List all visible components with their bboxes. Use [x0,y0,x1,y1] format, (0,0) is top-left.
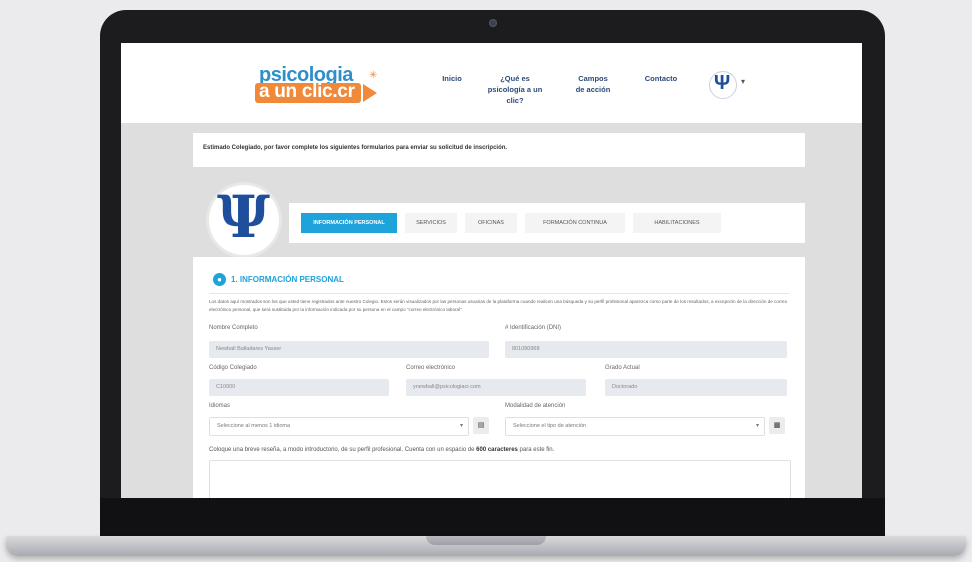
idiomas-select[interactable]: Seleccione al menos 1 idioma ▾ [209,417,469,436]
psi-icon: Ψ [714,72,731,94]
chevron-down-icon: ▾ [459,423,463,429]
logo-line2: a un clic.cr [259,81,355,102]
tab-oficinas[interactable]: OFICINAS [465,213,517,233]
nav-contacto[interactable]: Contacto [641,73,681,84]
section-title: 1. INFORMACIÓN PERSONAL [231,275,344,284]
user-avatar[interactable]: Ψ [709,71,737,99]
codigo-field[interactable]: C10000 [209,379,389,396]
correo-field[interactable]: ynewball@psicologiacr.com [406,379,586,396]
modalidad-placeholder: Seleccione el tipo de atención [513,423,587,429]
notice-text: Estimado Colegiado, por favor complete l… [203,145,508,151]
label-nombre: Nombre Completo [209,325,258,331]
tab-servicios[interactable]: SERVICIOS [405,213,457,233]
label-modalidad: Modalidad de atención [505,403,566,409]
browser-screen: psicologia a un clic.cr ✳ Inicio ¿Qué es… [121,43,862,498]
laptop-notch [426,536,546,545]
codigo-value: C10000 [216,384,236,390]
car-icon[interactable]: ▩ [769,417,785,434]
section-description: Los datos aquí mostrados son los que ust… [209,299,788,312]
identificacion-value: 801080968 [512,346,540,352]
chevron-down-icon: ▾ [755,423,759,429]
modalidad-select[interactable]: Seleccione el tipo de atención ▾ [505,417,765,436]
logo-spark-icon: ✳ [369,70,378,81]
label-correo: Correo electrónico [406,365,456,371]
laptop-chin [100,498,885,536]
bio-textarea[interactable] [209,460,791,498]
correo-value: ynewball@psicologiacr.com [413,384,481,390]
tab-informacion-personal[interactable]: INFORMACIÓN PERSONAL [301,213,397,233]
nav-que-es[interactable]: ¿Qué es psicología a un clic? [483,73,547,106]
bio-label: Coloque una breve reseña, a modo introdu… [209,447,554,453]
idiomas-placeholder: Seleccione al menos 1 idioma [217,423,291,429]
label-grado: Grado Actual [605,365,640,371]
nav-inicio[interactable]: Inicio [439,73,465,84]
language-icon[interactable]: ▤ [473,417,489,434]
bio-label-pre: Coloque una breve reseña, a modo introdu… [209,447,477,453]
grado-value: Doctorado [612,384,638,390]
profile-psi-icon: Ψ [217,183,270,251]
site-header: psicologia a un clic.cr ✳ Inicio ¿Qué es… [121,43,862,123]
grado-field[interactable]: Doctorado [605,379,787,396]
tab-habilitaciones[interactable]: HABILITACIONES [633,213,721,233]
site-logo[interactable]: psicologia a un clic.cr ✳ [255,64,379,106]
bio-label-limit: 600 caracteres [476,447,518,453]
form-tabs: INFORMACIÓN PERSONAL SERVICIOS OFICINAS … [289,203,805,243]
nombre-field[interactable]: Newball Balladares Yasser [209,341,489,358]
notice-banner: Estimado Colegiado, por favor complete l… [193,133,805,167]
nombre-value: Newball Balladares Yasser [216,346,282,352]
identificacion-field[interactable]: 801080968 [505,341,787,358]
profile-photo: Ψ [209,183,279,255]
label-codigo: Código Colegiado [209,365,257,371]
logo-cursor-icon [363,84,377,102]
divider [209,293,789,294]
chevron-down-icon[interactable]: ▾ [741,77,745,86]
webcam-icon [489,19,497,27]
tab-formacion-continua[interactable]: FORMACIÓN CONTINUA [525,213,625,233]
label-identificacion: # Identificación (DNI) [505,325,562,331]
label-idiomas: Idiomas [209,403,231,409]
form-card: ● 1. INFORMACIÓN PERSONAL Los datos aquí… [193,257,805,498]
nav-campos-accion[interactable]: Campos de acción [573,73,613,95]
bio-label-post: para este fin. [517,447,555,453]
user-icon: ● [213,273,226,286]
